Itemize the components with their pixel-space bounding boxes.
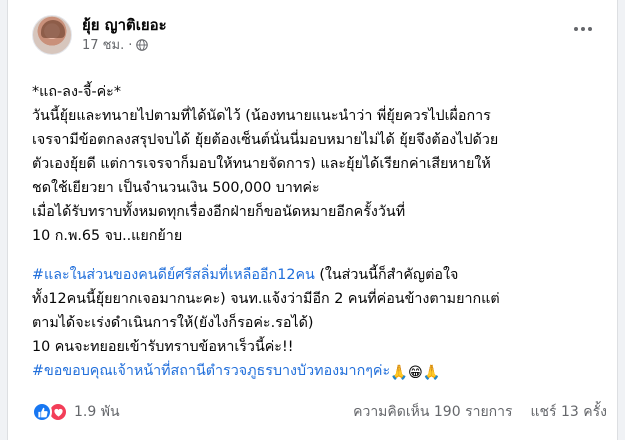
post-card: ยุ้ย ญาติเยอะ 17 ชม. · *แถ-ลง-จี้-ค่ะ* วั…	[7, 0, 618, 440]
text-line: #ขอขอบคุณเจ้าหน้าที่สถานีตำรวจภูธรบางบัว…	[32, 359, 612, 385]
shares-count-link[interactable]: แชร์ 13 ครั้ง	[531, 401, 607, 423]
text-line: 10 คนจะทยอยเข้ารับทราบข้อหาเร็วนี้ค่ะ!!	[32, 339, 294, 355]
text-line: *แถ-ลง-จี้-ค่ะ*	[32, 84, 122, 100]
meta-separator: ·	[128, 38, 133, 53]
text-line: วันนี้ยุ้ยและทนายไปตามที่ได้นัดไว้ (น้อง…	[32, 108, 491, 124]
text-line: 10 ก.พ.65 จบ..แยกย้าย	[32, 228, 183, 244]
author-name[interactable]: ยุ้ย ญาติเยอะ	[82, 15, 167, 35]
text-line: เจรจามีข้อตกลงสรุปจบได้ ยุ้ยต้องเซ็นต์นั…	[32, 132, 499, 148]
text-span: (ในส่วนนี้ก็สำคัญต่อใจ	[314, 267, 459, 283]
emoji-span: 🙏😁🙏	[390, 365, 441, 381]
comments-count-link[interactable]: ความคิดเห็น 190 รายการ	[353, 401, 512, 423]
hashtag-link[interactable]: #ขอขอบคุณเจ้าหน้าที่สถานีตำรวจภูธรบางบัว…	[32, 363, 390, 379]
text-line: ตัวเองยุ้ยดี แต่การเจรจาก็มอบให้ทนายจัดก…	[32, 156, 491, 172]
engagement-stats: ความคิดเห็น 190 รายการ แชร์ 13 ครั้ง	[353, 401, 607, 423]
reaction-icons	[32, 402, 68, 422]
like-reaction-icon	[32, 402, 52, 422]
text-line: ทั้ง12คนนี้ยุ้ยยากเจอมากนะคะ) จนท.แจ้งว่…	[32, 291, 500, 307]
text-line: เมื่อได้รับทราบทั้งหมดทุกเรื่องอีกฝ่ายก็…	[32, 204, 406, 220]
globe-icon[interactable]	[136, 39, 149, 51]
avatar[interactable]	[32, 15, 72, 55]
post-meta: 17 ชม. ·	[82, 37, 149, 55]
post-header: ยุ้ย ญาติเยอะ 17 ชม. ·	[22, 15, 603, 65]
text-line: ตามได้จะเร่งดำเนินการให้(ยังไงก็รอค่ะ.รอ…	[32, 315, 314, 331]
reaction-summary[interactable]: 1.9 พัน	[32, 401, 120, 423]
reaction-count: 1.9 พัน	[74, 404, 120, 420]
text-line: ชดใช้เยียวยา เป็นจำนวนเงิน 500,000 บาทค่…	[32, 180, 320, 196]
text-line: #และในส่วนของคนดีย์ศรีสลิ่มที่เหลืออีก12…	[32, 263, 612, 287]
post-timestamp[interactable]: 17 ชม.	[82, 38, 124, 53]
more-options-icon[interactable]	[569, 17, 597, 41]
post-footer: 1.9 พัน ความคิดเห็น 190 รายการ แชร์ 13 ค…	[32, 398, 607, 426]
hashtag-link[interactable]: #และในส่วนของคนดีย์ศรีสลิ่มที่เหลืออีก12…	[32, 267, 315, 283]
post-text: *แถ-ลง-จี้-ค่ะ* วันนี้ยุ้ยและทนายไปตามที…	[32, 80, 612, 385]
